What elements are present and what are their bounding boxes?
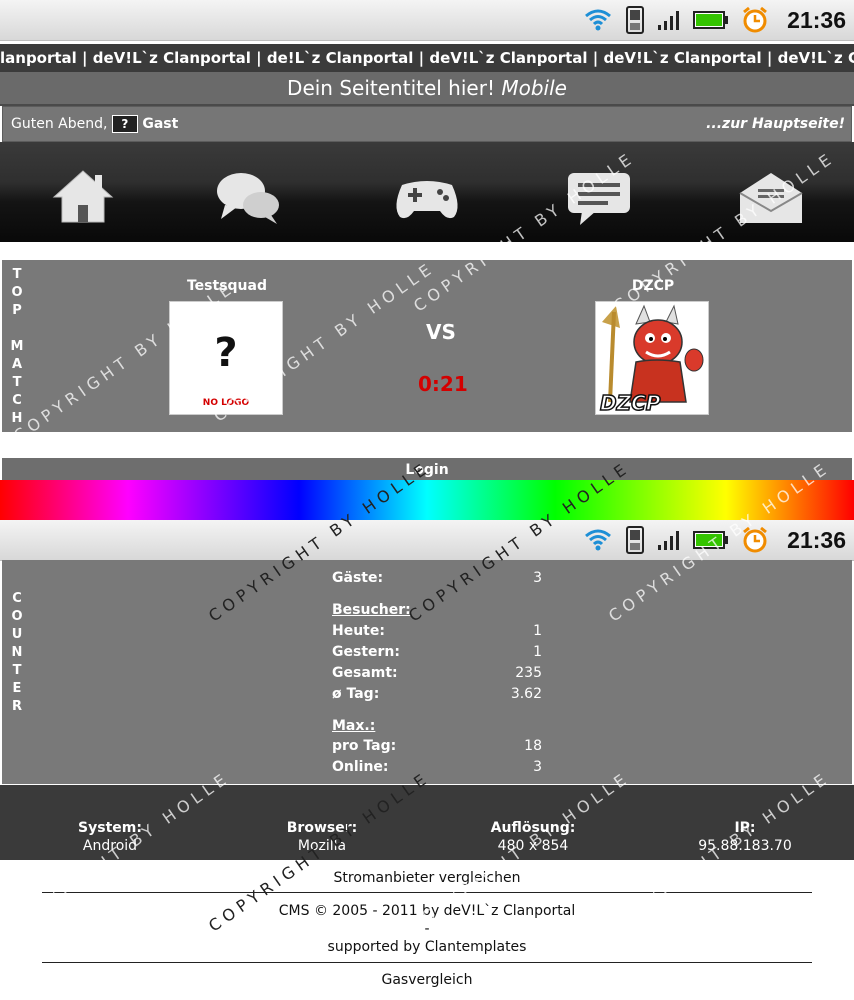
team1-logo-caption: NO LOGO bbox=[202, 398, 250, 408]
stat-ip: IP: 95.88.183.70 bbox=[698, 820, 792, 854]
login-header[interactable]: Login bbox=[2, 458, 852, 482]
footer-stats: System: Android Browser: Mozilla Auflösung… bbox=[0, 785, 854, 860]
team1-logo-mark: ? bbox=[214, 330, 238, 376]
stat-resolution: Auflösung: 480 x 854 bbox=[490, 820, 576, 854]
home-icon[interactable] bbox=[48, 167, 118, 227]
phone-icon bbox=[626, 526, 645, 554]
status-bar: 21:36 bbox=[0, 0, 854, 41]
greeting-bar: Guten Abend, ? Gast ...zur Hauptseite! bbox=[2, 106, 852, 142]
gamepad-icon[interactable] bbox=[392, 167, 462, 227]
counter-panel: C O U N T E R Gäste: 3 Besucher: Heute: … bbox=[2, 560, 852, 784]
footer: Stromanbieter vergleichen CMS © 2005 - 2… bbox=[0, 860, 854, 1000]
footer-link-power[interactable]: Stromanbieter vergleichen bbox=[0, 870, 854, 886]
team2-logo-caption: DZCP bbox=[600, 391, 661, 414]
site-title-suffix: Mobile bbox=[501, 76, 567, 100]
wifi-icon bbox=[585, 9, 612, 31]
main-navigation bbox=[0, 142, 854, 242]
counter-yesterday-value: 1 bbox=[533, 644, 542, 660]
footer-divider bbox=[42, 962, 812, 963]
footer-cms[interactable]: CMS © 2005 - 2011 by deV!L`z Clanportal bbox=[0, 903, 854, 919]
footer-divider bbox=[42, 892, 812, 893]
team1-name[interactable]: Testsquad bbox=[170, 278, 284, 294]
greeting-prefix: Guten Abend, bbox=[11, 116, 108, 132]
signal-icon bbox=[658, 531, 680, 550]
counter-total-label: Gesamt: bbox=[332, 665, 398, 681]
footer-supported[interactable]: supported by Clantemplates bbox=[0, 939, 854, 955]
news-ticker[interactable]: lanportal | deV!L`z Clanportal | de!L`z … bbox=[0, 44, 854, 72]
counter-max-day-value: 18 bbox=[524, 738, 542, 754]
counter-total-value: 235 bbox=[515, 665, 542, 681]
ticker-text: lanportal | deV!L`z Clanportal | de!L`z … bbox=[0, 49, 854, 67]
home-page-link[interactable]: ...zur Hauptseite! bbox=[706, 107, 845, 141]
battery-icon bbox=[693, 531, 729, 549]
counter-side-label: C O U N T E R bbox=[11, 591, 23, 714]
stat-system: System: Android bbox=[78, 820, 142, 854]
counter-max-heading: Max.: bbox=[332, 718, 376, 734]
counter-visitors-heading: Besucher: bbox=[332, 602, 411, 618]
devil-mascot-icon: DZCP bbox=[599, 304, 704, 416]
site-title-text: Dein Seitentitel hier! bbox=[287, 76, 495, 100]
counter-max-online-value: 3 bbox=[533, 759, 542, 775]
alarm-icon bbox=[743, 526, 768, 553]
clock-time: 21:36 bbox=[787, 6, 846, 33]
greeting-user: Gast bbox=[142, 116, 179, 132]
wifi-icon bbox=[585, 529, 612, 551]
team2-name[interactable]: DZCP bbox=[596, 278, 710, 294]
top-match-side-label: T O P M A T C H bbox=[10, 267, 24, 426]
mail-icon[interactable] bbox=[736, 167, 806, 227]
versus-label: VS bbox=[426, 320, 456, 344]
match-score[interactable]: 0:21 bbox=[418, 372, 468, 396]
counter-guests-value: 3 bbox=[533, 570, 542, 586]
clock-time: 21:36 bbox=[787, 526, 846, 553]
stat-browser: Browser: Mozilla bbox=[286, 820, 358, 854]
avatar: ? bbox=[111, 115, 138, 133]
footer-link-gas[interactable]: Gasvergleich bbox=[0, 972, 854, 988]
counter-yesterday-label: Gestern: bbox=[332, 644, 400, 660]
counter-guests-label: Gäste: bbox=[332, 570, 384, 586]
chat-icon[interactable] bbox=[213, 167, 283, 227]
counter-average-label: ø Tag: bbox=[332, 686, 380, 702]
counter-average-value: 3.62 bbox=[510, 686, 542, 702]
team1-logo[interactable]: ? NO LOGO bbox=[169, 301, 283, 415]
top-match-panel: T O P M A T C H Testsquad ? NO LOGO VS 0… bbox=[2, 260, 852, 432]
phone-icon bbox=[626, 6, 645, 34]
team2-logo[interactable]: DZCP bbox=[595, 301, 709, 416]
status-bar-secondary: 21:36 bbox=[0, 520, 854, 561]
alarm-icon bbox=[743, 6, 768, 33]
rainbow-divider bbox=[0, 480, 854, 520]
battery-icon bbox=[693, 11, 729, 29]
counter-today-value: 1 bbox=[533, 623, 542, 639]
counter-max-day-label: pro Tag: bbox=[332, 738, 397, 754]
footer-dash: - bbox=[424, 921, 430, 937]
signal-icon bbox=[658, 11, 680, 30]
counter-max-online-label: Online: bbox=[332, 759, 389, 775]
page-title: Dein Seitentitel hier! Mobile bbox=[0, 72, 854, 106]
counter-today-label: Heute: bbox=[332, 623, 385, 639]
message-icon[interactable] bbox=[564, 167, 634, 227]
